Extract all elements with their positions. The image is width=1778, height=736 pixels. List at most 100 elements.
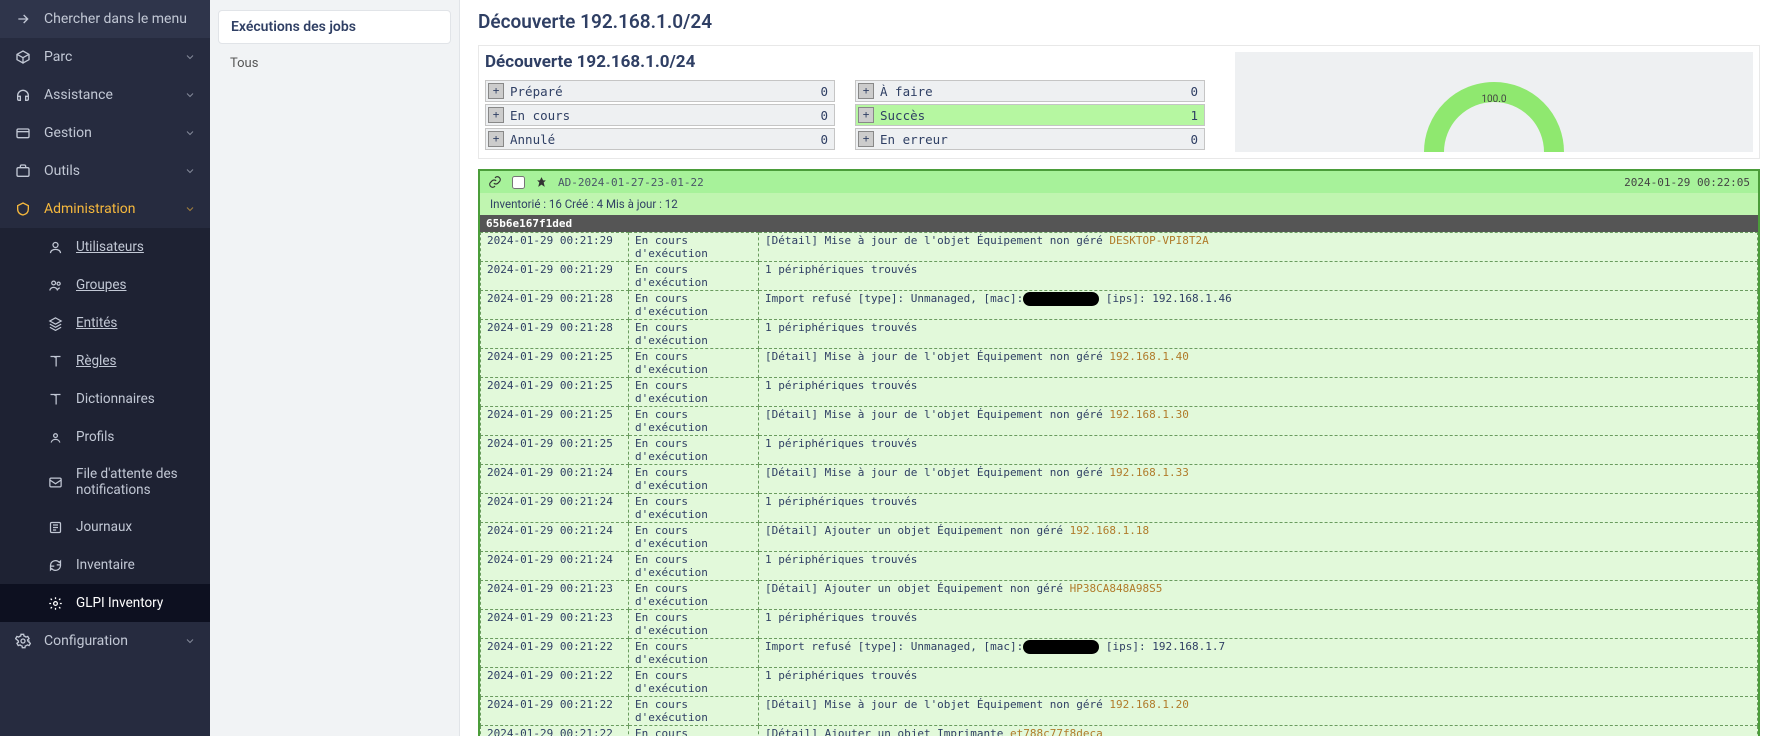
book-icon bbox=[46, 390, 64, 408]
log-link[interactable]: DESKTOP-VPI8T2A bbox=[1109, 234, 1208, 247]
sidebar-item-dictionnaires[interactable]: Dictionnaires bbox=[0, 380, 210, 418]
user-icon bbox=[46, 238, 64, 256]
log-timestamp: 2024-01-29 00:21:22 bbox=[481, 726, 629, 736]
sidebar-item-utilisateurs[interactable]: Utilisateurs bbox=[0, 228, 210, 266]
log-message: 1 périphériques trouvés bbox=[759, 320, 1758, 349]
log-row: 2024-01-29 00:21:28En cours d'exécutionI… bbox=[481, 291, 1758, 320]
log-status: En cours d'exécution bbox=[629, 349, 759, 378]
log-link[interactable]: HP38CA848A98S5 bbox=[1070, 582, 1163, 595]
sidebar-item-entites[interactable]: Entités bbox=[0, 304, 210, 342]
news-icon bbox=[46, 518, 64, 536]
log-message: 1 périphériques trouvés bbox=[759, 378, 1758, 407]
sidebar-item-gestion[interactable]: Gestion bbox=[0, 114, 210, 152]
log-message: 1 périphériques trouvés bbox=[759, 436, 1758, 465]
log-message: Import refusé [type]: Unmanaged, [mac]: … bbox=[759, 291, 1758, 320]
counters-right: +À faire0 +Succès1 +En erreur0 bbox=[855, 80, 1205, 150]
log-status: En cours d'exécution bbox=[629, 668, 759, 697]
settings-icon bbox=[14, 632, 32, 650]
log-timestamp: 2024-01-29 00:21:25 bbox=[481, 436, 629, 465]
log-message: [Détail] Ajouter un objet Équipement non… bbox=[759, 581, 1758, 610]
log-message: 1 périphériques trouvés bbox=[759, 552, 1758, 581]
log-link[interactable]: 192.168.1.20 bbox=[1109, 698, 1188, 711]
log-link[interactable]: 192.168.1.18 bbox=[1070, 524, 1149, 537]
log-row: 2024-01-29 00:21:22En cours d'exécution1… bbox=[481, 668, 1758, 697]
expand-icon[interactable]: + bbox=[488, 107, 504, 123]
log-row: 2024-01-29 00:21:28En cours d'exécution1… bbox=[481, 320, 1758, 349]
job-timestamp: 2024-01-29 00:22:05 bbox=[1624, 176, 1750, 189]
log-link[interactable]: 192.168.1.33 bbox=[1109, 466, 1188, 479]
log-row: 2024-01-29 00:21:22En cours d'exécution[… bbox=[481, 697, 1758, 726]
log-message: [Détail] Mise à jour de l'objet Équipeme… bbox=[759, 349, 1758, 378]
log-link[interactable]: 192.168.1.40 bbox=[1109, 350, 1188, 363]
job-hash: 65b6e167f1ded bbox=[480, 215, 1758, 232]
log-timestamp: 2024-01-29 00:21:29 bbox=[481, 262, 629, 291]
pin-icon[interactable] bbox=[535, 176, 548, 189]
chevron-down-icon bbox=[184, 203, 196, 215]
log-status: En cours d'exécution bbox=[629, 639, 759, 668]
log-timestamp: 2024-01-29 00:21:22 bbox=[481, 639, 629, 668]
sidebar: Chercher dans le menu Parc Assistance Ge… bbox=[0, 0, 210, 736]
sec-item-tous[interactable]: Tous bbox=[210, 50, 459, 77]
sidebar-item-outils[interactable]: Outils bbox=[0, 152, 210, 190]
sidebar-item-administration[interactable]: Administration bbox=[0, 190, 210, 228]
sidebar-item-parc[interactable]: Parc bbox=[0, 38, 210, 76]
log-status: En cours d'exécution bbox=[629, 465, 759, 494]
log-timestamp: 2024-01-29 00:21:23 bbox=[481, 581, 629, 610]
log-row: 2024-01-29 00:21:25En cours d'exécution[… bbox=[481, 349, 1758, 378]
log-status: En cours d'exécution bbox=[629, 552, 759, 581]
log-timestamp: 2024-01-29 00:21:28 bbox=[481, 291, 629, 320]
log-timestamp: 2024-01-29 00:21:22 bbox=[481, 668, 629, 697]
arrow-right-icon bbox=[14, 10, 32, 28]
log-message: [Détail] Mise à jour de l'objet Équipeme… bbox=[759, 697, 1758, 726]
page-title: Découverte 192.168.1.0/24 bbox=[478, 10, 1760, 33]
job-code: AD-2024-01-27-23-01-22 bbox=[558, 176, 704, 189]
counter-annule: +Annulé0 bbox=[485, 128, 835, 150]
log-status: En cours d'exécution bbox=[629, 378, 759, 407]
sidebar-item-profils[interactable]: Profils bbox=[0, 418, 210, 456]
log-status: En cours d'exécution bbox=[629, 436, 759, 465]
log-message: [Détail] Mise à jour de l'objet Équipeme… bbox=[759, 233, 1758, 262]
log-message: Import refusé [type]: Unmanaged, [mac]: … bbox=[759, 639, 1758, 668]
log-link[interactable]: 192.168.1.30 bbox=[1109, 408, 1188, 421]
log-message: 1 périphériques trouvés bbox=[759, 610, 1758, 639]
job-checkbox[interactable] bbox=[512, 176, 525, 189]
log-status: En cours d'exécution bbox=[629, 523, 759, 552]
log-link[interactable]: et788c77f8deca bbox=[1010, 727, 1103, 736]
log-status: En cours d'exécution bbox=[629, 494, 759, 523]
gauge-chart: 100.0 bbox=[1235, 52, 1753, 152]
sidebar-item-regles[interactable]: Règles bbox=[0, 342, 210, 380]
expand-icon[interactable]: + bbox=[488, 131, 504, 147]
expand-icon[interactable]: + bbox=[488, 83, 504, 99]
headset-icon bbox=[14, 86, 32, 104]
sidebar-item-journaux[interactable]: Journaux bbox=[0, 508, 210, 546]
sidebar-item-groupes[interactable]: Groupes bbox=[0, 266, 210, 304]
log-message: 1 périphériques trouvés bbox=[759, 262, 1758, 291]
sidebar-item-glpi-inventory[interactable]: GLPI Inventory bbox=[0, 584, 210, 622]
counter-afaire: +À faire0 bbox=[855, 80, 1205, 102]
box-icon bbox=[14, 48, 32, 66]
link-icon[interactable] bbox=[488, 175, 502, 189]
log-message: 1 périphériques trouvés bbox=[759, 668, 1758, 697]
sidebar-item-inventaire[interactable]: Inventaire bbox=[0, 546, 210, 584]
log-table: 2024-01-29 00:21:29En cours d'exécution[… bbox=[480, 232, 1758, 736]
log-row: 2024-01-29 00:21:25En cours d'exécution1… bbox=[481, 378, 1758, 407]
log-row: 2024-01-29 00:21:23En cours d'exécution[… bbox=[481, 581, 1758, 610]
expand-icon[interactable]: + bbox=[858, 131, 874, 147]
log-timestamp: 2024-01-29 00:21:25 bbox=[481, 378, 629, 407]
chevron-down-icon bbox=[184, 51, 196, 63]
log-row: 2024-01-29 00:21:29En cours d'exécution[… bbox=[481, 233, 1758, 262]
sidebar-item-configuration[interactable]: Configuration bbox=[0, 622, 210, 660]
expand-icon[interactable]: + bbox=[858, 83, 874, 99]
log-timestamp: 2024-01-29 00:21:24 bbox=[481, 494, 629, 523]
job-header: AD-2024-01-27-23-01-22 2024-01-29 00:22:… bbox=[480, 171, 1758, 193]
sidebar-item-file-attente[interactable]: File d'attente des notifications bbox=[0, 456, 210, 508]
counters-left: +Préparé0 +En cours0 +Annulé0 bbox=[485, 80, 835, 150]
log-status: En cours d'exécution bbox=[629, 581, 759, 610]
counter-prepare: +Préparé0 bbox=[485, 80, 835, 102]
secondary-column: Exécutions des jobs Tous bbox=[210, 0, 460, 736]
shield-icon bbox=[14, 200, 32, 218]
expand-icon[interactable]: + bbox=[858, 107, 874, 123]
sidebar-item-assistance[interactable]: Assistance bbox=[0, 76, 210, 114]
sidebar-search[interactable]: Chercher dans le menu bbox=[0, 0, 210, 38]
log-timestamp: 2024-01-29 00:21:25 bbox=[481, 407, 629, 436]
